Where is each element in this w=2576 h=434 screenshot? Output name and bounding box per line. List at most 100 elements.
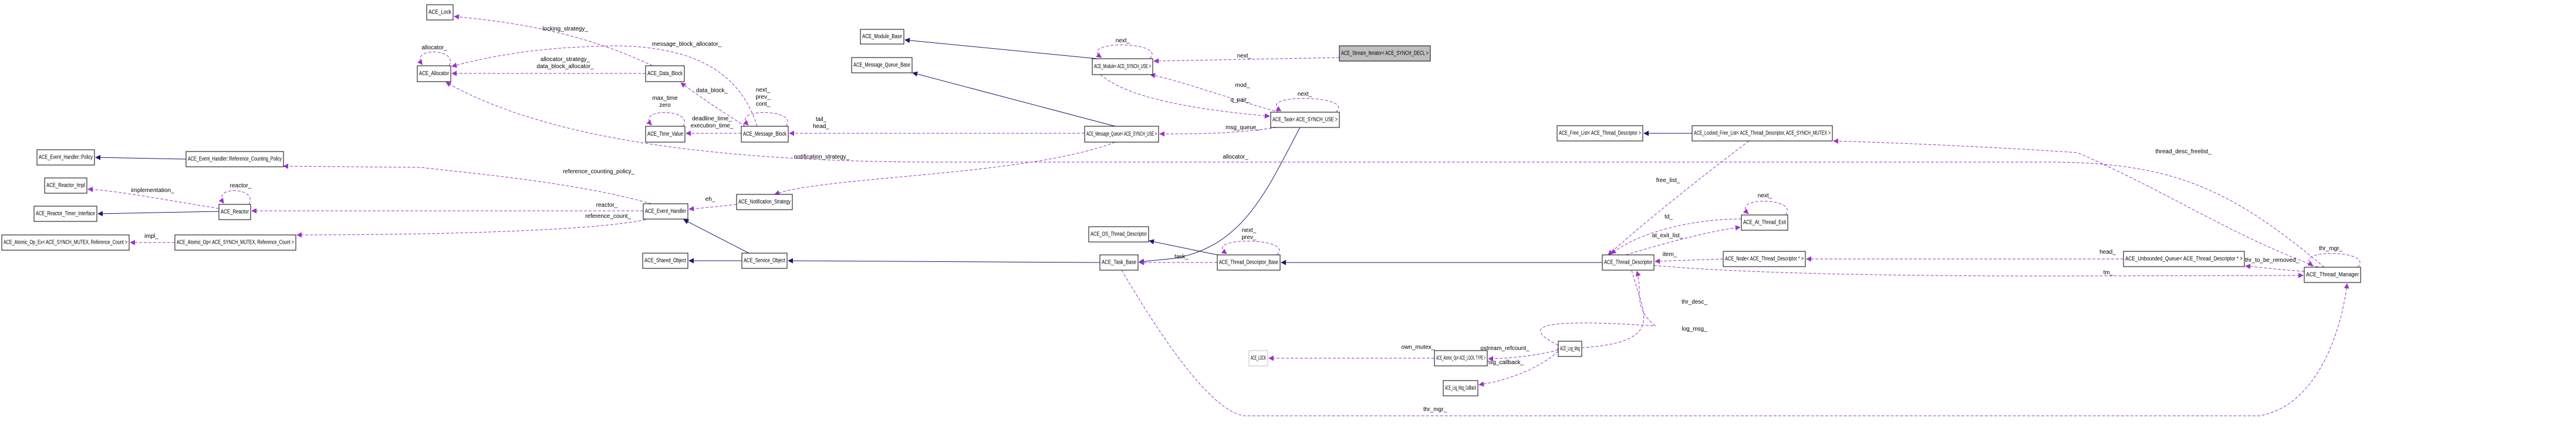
node-label: ACE_Lock	[428, 9, 452, 16]
usage-edge-ace_task_base-to-ace_thread_manager	[1121, 270, 2349, 416]
inheritance-edge-ace_message_queue-to-ace_message_queue_base	[912, 71, 1116, 127]
usage-edge-ace_module-to-ace_task	[1100, 74, 1270, 119]
usage-edge-ace_thread_manager-to-ace_allocator	[445, 82, 2325, 268]
node-label: ACE_Stream_Iterator< ACE_SYNCH_DECL >	[1341, 51, 1429, 57]
class-node-ace-task-base[interactable]: ACE_Task_Base	[1099, 254, 1139, 271]
collaboration-diagram: locking_strategy_ allocator_ message_block…	[1, 4, 2361, 416]
edge-label: thread_desc_freelist_	[2155, 149, 2212, 155]
class-node-ace-atomic-op-rc[interactable]: ACE_Atomic_Op< ACE_SYNCH_MUTEX, Referenc…	[174, 234, 296, 251]
inheritance-edge-ace_service_object-to-ace_event_handler	[683, 219, 749, 254]
class-node-ace-allocator[interactable]: ACE_Allocator	[417, 65, 451, 82]
edge-label: reactor_	[596, 202, 618, 208]
usage-edge-ace_message_block-to-ace_allocator	[451, 45, 758, 127]
class-node-ace-locked-free-list[interactable]: ACE_Locked_Free_List< ACE_Thread_Descrip…	[1692, 125, 1833, 142]
node-label: ACE_Module< ACE_SYNCH_USE >	[1094, 63, 1151, 70]
class-node-ace-module[interactable]: ACE_Module< ACE_SYNCH_USE >	[1092, 58, 1153, 75]
class-node-ace-log-msg[interactable]: ACE_Log_Msg	[1558, 341, 1582, 357]
edge-label: next_	[1242, 227, 1257, 234]
class-node-ace-notification-strategy[interactable]: ACE_Notification_Strategy	[736, 194, 793, 210]
edge-label: impl_	[144, 233, 158, 240]
usage-edge-ace_notification_strategy-to-ace_event_handler	[688, 204, 737, 211]
edge-label: head_	[2099, 249, 2116, 255]
class-node-ace-shared-object[interactable]: ACE_Shared_Object	[642, 253, 688, 269]
class-node-ace-os-thread-descriptor[interactable]: ACE_OS_Thread_Descriptor	[1088, 226, 1149, 243]
class-node-ace-event-handler-rcp[interactable]: ACE_Event_Handler::Reference_Counting_Po…	[185, 151, 284, 167]
inheritance-edge-ace_reactor-to-ace_reactor_timer_interface	[97, 211, 220, 217]
edge-label: tail_	[816, 116, 827, 123]
class-node-ace-unbounded-queue[interactable]: ACE_Unbounded_Queue< ACE_Thread_Descript…	[2123, 251, 2245, 267]
class-node-ace-event-handler-policy[interactable]: ACE_Event_Handler::Policy	[36, 149, 95, 166]
edge-label: thr_desc_	[1682, 299, 1707, 305]
usage-edge-ace_allocator-to-ace_allocator	[417, 52, 451, 66]
inheritance-edge-ace_module-to-ace_module_base	[904, 38, 1098, 59]
class-node-ace-data-block[interactable]: ACE_Data_Block	[645, 65, 685, 82]
edge-label: next_	[756, 87, 771, 93]
class-node-ace-message-block[interactable]: ACE_Message_Block	[741, 126, 789, 143]
inheritance-edge-ace_event_handler_rcp-to-ace_event_handler_policy	[95, 154, 187, 160]
usage-edge-ace_at_thread_exit-to-ace_at_thread_exit	[1743, 201, 1788, 216]
class-node-ace-task[interactable]: ACE_Task< ACE_SYNCH_USE >	[1270, 112, 1340, 128]
class-node-ace-reactor-impl[interactable]: ACE_Reactor_Impl	[44, 177, 87, 194]
usage-edge-ace_thread_descriptor_base-to-ace_thread_descriptor_base	[1221, 240, 1280, 255]
edge-label: prev_	[1241, 234, 1256, 241]
class-node-ace-module-base[interactable]: ACE_Module_Base	[860, 29, 904, 45]
node-label: ACE_Unbounded_Queue< ACE_Thread_Descript…	[2125, 256, 2243, 263]
node-label: ACE_Log_Msg_Callback	[1445, 385, 1476, 392]
usage-edge-ace_thread_descriptor-to-ace_log_msg	[1557, 270, 1645, 352]
edge-label: deadline_time_	[692, 116, 732, 122]
edge-labels-layer: locking_strategy_ allocator_ message_block…	[131, 26, 2342, 413]
usage-edge-ace_log_msg-to-ace_thread_descriptor	[1539, 271, 1656, 346]
class-node-ace-message-queue-base[interactable]: ACE_Message_Queue_Base	[851, 57, 913, 73]
node-label: ACE_Thread_Manager	[2306, 272, 2359, 278]
usage-edge-ace_thread_descriptor-to-ace_thread_manager	[1653, 265, 2304, 278]
class-node-ace-thread-descriptor-base[interactable]: ACE_Thread_Descriptor_Base	[1217, 254, 1281, 271]
edge-label: allocator_	[1223, 154, 1248, 160]
node-label: ACE_Event_Handler::Reference_Counting_Po…	[188, 156, 282, 163]
usage-edge-ace_node-to-ace_thread_descriptor	[1655, 258, 1724, 264]
class-node-ace-event-handler[interactable]: ACE_Event_Handler	[643, 203, 688, 220]
class-node-ace-log-msg-callback[interactable]: ACE_Log_Msg_Callback	[1443, 380, 1478, 396]
class-node-ace-free-list[interactable]: ACE_Free_List< ACE_Thread_Descriptor >	[1557, 125, 1643, 142]
class-node-ace-reactor-timer-interface[interactable]: ACE_Reactor_Timer_Interface	[33, 206, 97, 222]
edge-label: reference_counting_policy_	[563, 169, 635, 175]
node-label: ACE_Node< ACE_Thread_Descriptor * >	[1725, 256, 1804, 263]
class-node-ace-at-thread-exit[interactable]: ACE_At_Thread_Exit	[1741, 214, 1788, 231]
class-node-ace-atomic-op-lock[interactable]: ACE_Atomic_Op< ACE_LOCK, TYPE >	[1434, 350, 1488, 366]
node-label: ACE_Thread_Descriptor_Base	[1219, 260, 1278, 266]
edge-label: implementation_	[131, 187, 174, 194]
usage-edge-ace_thread_descriptor-to-ace_at_thread_exit	[1625, 225, 1741, 255]
class-node-ace-lock[interactable]: ACE_Lock	[426, 4, 454, 21]
usage-edge-ace_event_handler-to-ace_atomic_op_rc	[296, 219, 646, 238]
class-node-ace-time-value[interactable]: ACE_Time_Value	[645, 126, 686, 143]
node-label: ACE_Reactor	[221, 209, 249, 216]
node-label: ACE_Atomic_Op< ACE_LOCK, TYPE >	[1436, 355, 1485, 362]
usage-edge-ace_module-to-ace_module	[1096, 45, 1153, 59]
class-node-ace-atomic-op-ex[interactable]: ACE_Atomic_Op_Ex< ACE_SYNCH_MUTEX, Refer…	[1, 234, 130, 251]
edge-label: data_block_	[696, 88, 728, 94]
class-node-ace-thread-descriptor[interactable]: ACE_Thread_Descriptor	[1602, 254, 1655, 271]
edge-label: item_	[1663, 251, 1677, 258]
edge-label: own_mutex_	[1402, 344, 1435, 351]
node-label: ACE_Allocator	[419, 70, 450, 77]
edge-label: next_	[1116, 38, 1130, 44]
edge-label: eh_	[705, 196, 715, 203]
edge-label: at_exit_list_	[1652, 233, 1683, 239]
edge-label: thr_to_be_removed_	[2245, 257, 2300, 264]
node-label: ACE_Notification_Strategy	[738, 199, 791, 206]
node-label: ACE_LOCK	[1251, 355, 1266, 362]
class-node-ace-reactor[interactable]: ACE_Reactor	[218, 204, 251, 220]
usage-edge-ace_message_queue-to-ace_notification_strategy	[774, 142, 1116, 196]
usage-edge-ace_thread_manager-to-ace_thread_manager	[2307, 253, 2361, 268]
node-label: ACE_Message_Queue_Base	[853, 62, 910, 69]
class-node-ace-service-object[interactable]: ACE_Service_Object	[741, 253, 788, 269]
edge-label: mod_	[1235, 82, 1250, 89]
class-node-ace-thread-manager[interactable]: ACE_Thread_Manager	[2304, 267, 2361, 283]
edge-label: q_pair_	[1230, 97, 1250, 103]
edge-label: head_	[813, 123, 829, 130]
class-node-ace-stream-iterator[interactable]: ACE_Stream_Iterator< ACE_SYNCH_DECL >	[1339, 45, 1431, 62]
class-node-ace-node[interactable]: ACE_Node< ACE_Thread_Descriptor * >	[1723, 251, 1806, 267]
edge-label: tm_	[2104, 270, 2114, 276]
node-label: ACE_Atomic_Op_Ex< ACE_SYNCH_MUTEX, Refer…	[4, 240, 127, 246]
class-node-ace-LOCK[interactable]: ACE_LOCK	[1248, 350, 1268, 366]
class-node-ace-message-queue[interactable]: ACE_Message_Queue< ACE_SYNCH_USE >	[1084, 126, 1159, 143]
